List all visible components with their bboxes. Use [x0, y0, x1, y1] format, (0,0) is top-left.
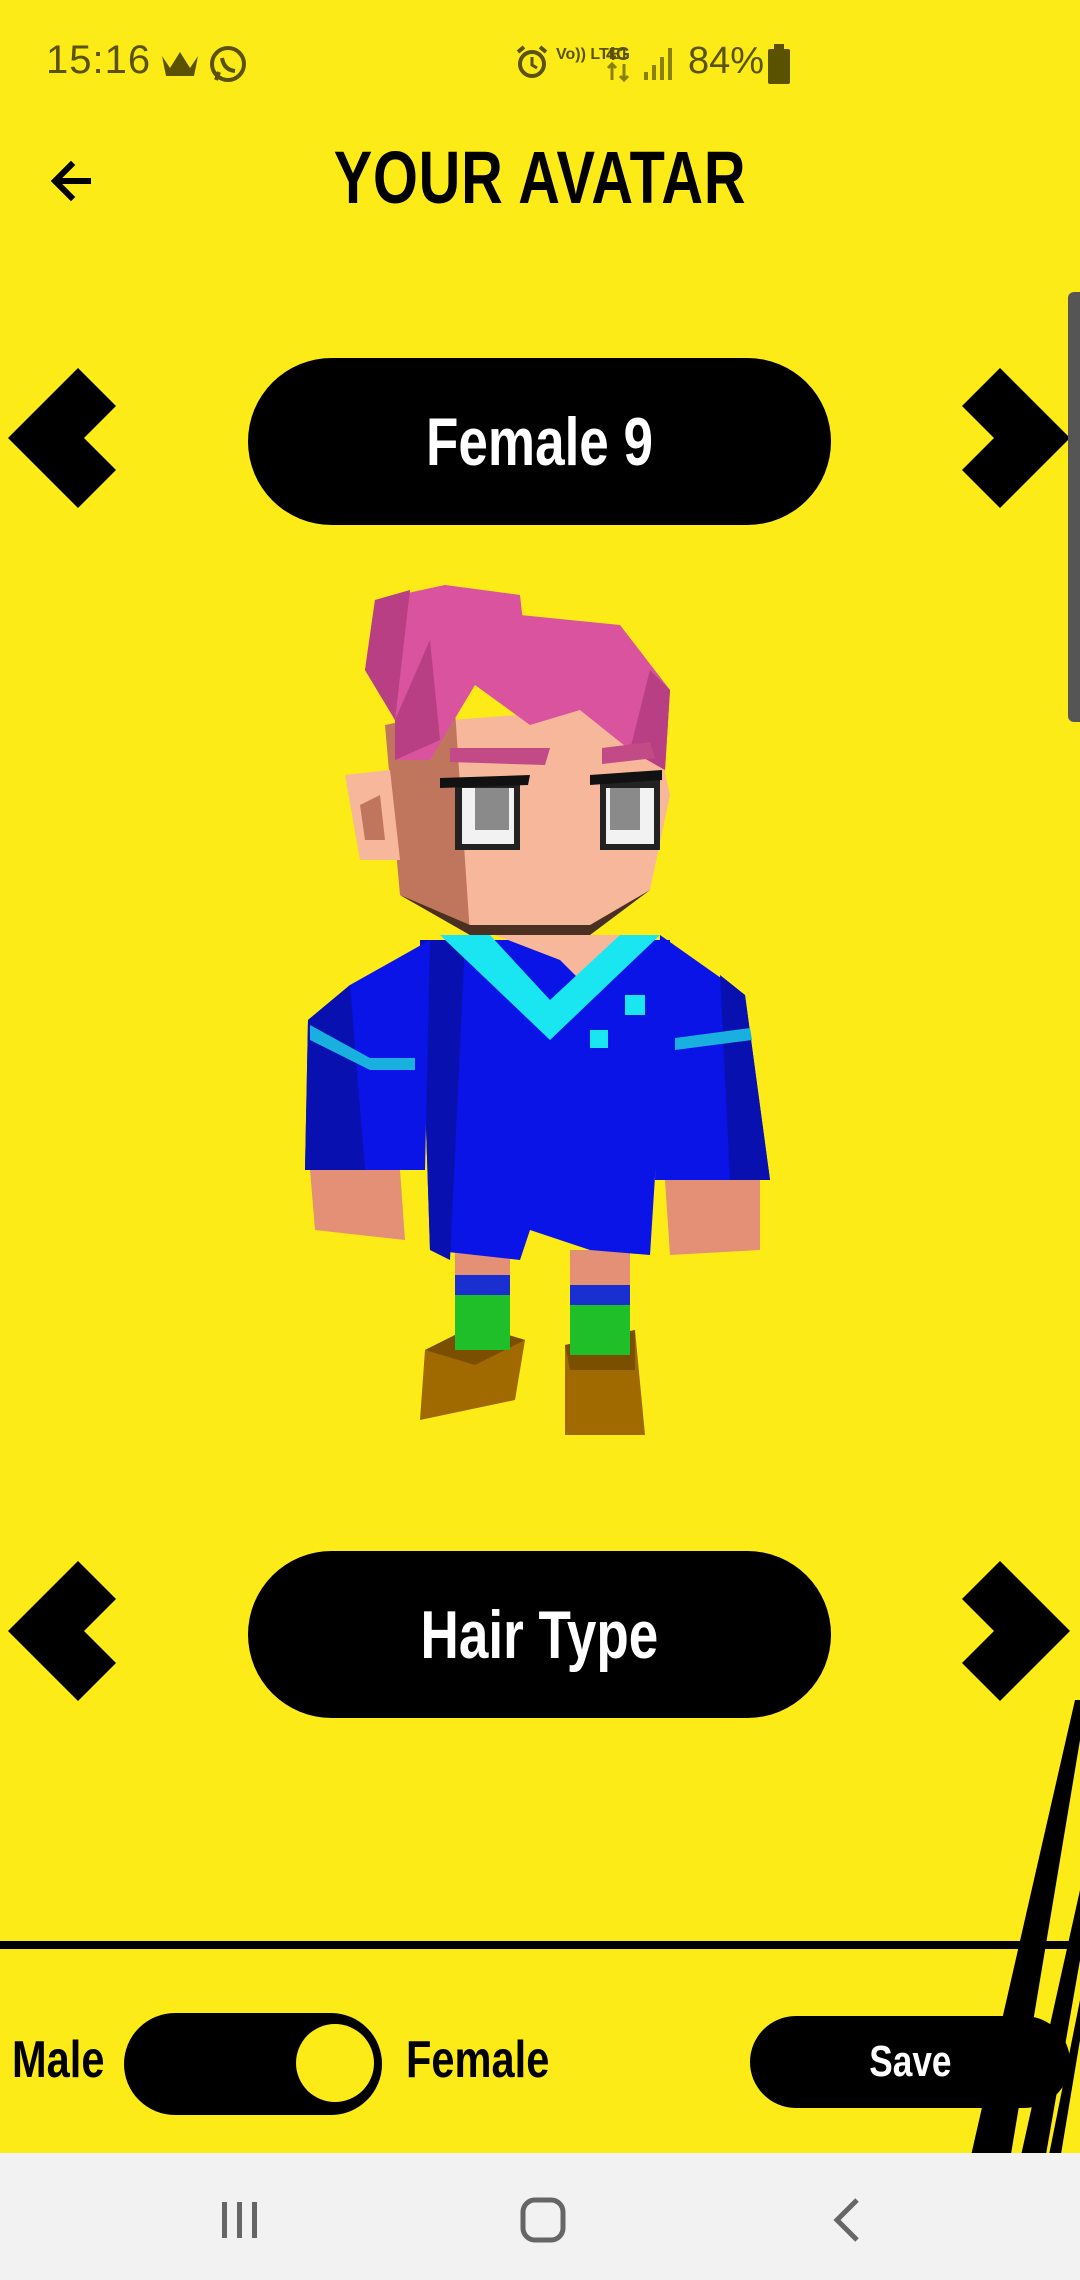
avatar-prev-button[interactable] [8, 368, 118, 508]
avatar-name: Female 9 [425, 403, 654, 480]
male-label[interactable]: Male [12, 2030, 104, 2090]
signal-icon [644, 48, 672, 80]
crown-icon [162, 52, 198, 76]
category-next-button[interactable] [960, 1561, 1070, 1701]
alarm-icon [516, 45, 548, 78]
save-button-label: Save [868, 2037, 952, 2086]
whatsapp-icon [210, 46, 246, 82]
status-bar: 15:16 Vo)) LTE1 4G 84% [0, 0, 1080, 130]
gender-toggle[interactable] [124, 2013, 382, 2115]
category-prev-button[interactable] [8, 1561, 118, 1701]
battery-percent: 84% [688, 40, 765, 82]
save-button[interactable]: Save [750, 2016, 1070, 2108]
toggle-knob [296, 2024, 374, 2102]
chevron-left-icon [8, 368, 116, 508]
divider [0, 1941, 1080, 1949]
avatar-next-button[interactable] [960, 368, 1070, 508]
category-name-pill: Hair Type [248, 1551, 831, 1718]
data-arrows-icon [606, 62, 630, 82]
nav-back-button[interactable] [806, 2185, 886, 2255]
scrollbar[interactable] [1068, 292, 1080, 722]
back-arrow-icon [50, 160, 91, 202]
page-title: YOUR AVATAR [333, 136, 747, 219]
avatar-figure [305, 585, 770, 1435]
recents-icon [222, 2202, 257, 2238]
recents-button[interactable] [200, 2185, 280, 2255]
home-icon [520, 2197, 566, 2243]
avatar-name-pill: Female 9 [248, 358, 831, 525]
category-name: Hair Type [420, 1596, 659, 1673]
chevron-right-icon [962, 1561, 1070, 1701]
chevron-left-icon [8, 1561, 116, 1701]
chevron-right-icon [962, 368, 1070, 508]
battery-icon [768, 44, 790, 84]
back-button[interactable] [40, 150, 104, 214]
nav-back-icon [833, 2198, 859, 2242]
status-time: 15:16 [46, 38, 152, 82]
female-label[interactable]: Female [406, 2030, 549, 2090]
home-button[interactable] [503, 2185, 583, 2255]
